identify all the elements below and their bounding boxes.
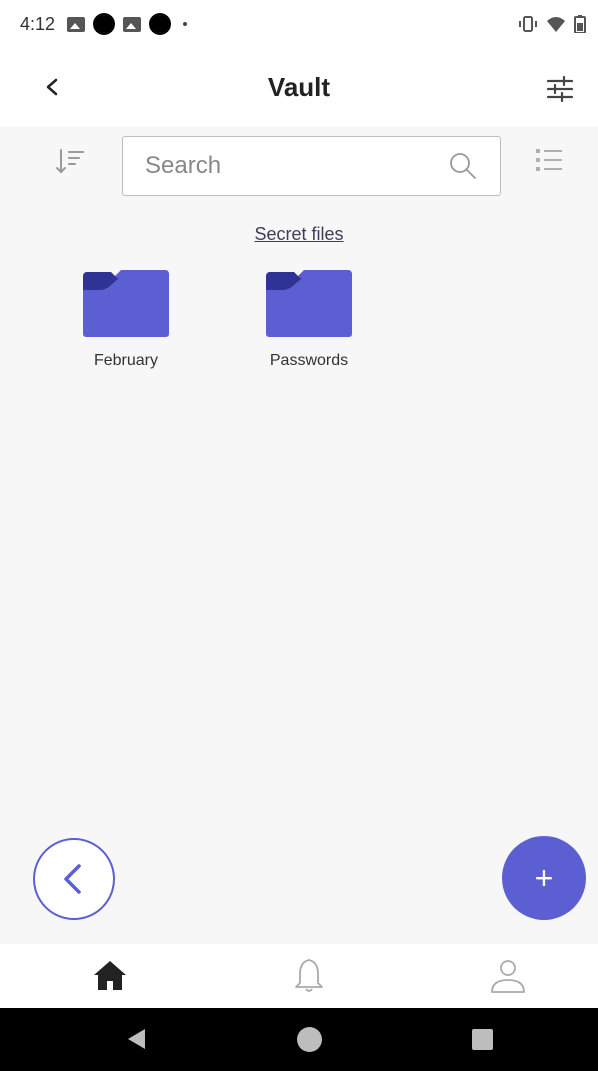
- add-button[interactable]: +: [502, 836, 586, 920]
- status-icons-right: [518, 15, 586, 33]
- folder-item-passwords[interactable]: Passwords: [249, 268, 369, 370]
- small-dot-icon: [183, 22, 188, 26]
- folder-name: Passwords: [269, 352, 349, 369]
- app-bar: Vault: [0, 48, 598, 126]
- battery-icon: [574, 15, 586, 33]
- section-title-link[interactable]: Secret files: [0, 224, 598, 245]
- bottom-nav: [0, 944, 598, 1008]
- filter-button[interactable]: [544, 74, 576, 104]
- list-view-button[interactable]: [534, 146, 564, 174]
- system-home-icon[interactable]: [297, 1027, 322, 1052]
- system-back-icon[interactable]: [128, 1029, 145, 1049]
- system-nav-bar: [0, 1008, 598, 1071]
- notification-dot-icon: [149, 13, 172, 35]
- status-bar: 4:12: [0, 0, 598, 48]
- folder-icon: [83, 270, 169, 337]
- chevron-left-icon: [64, 864, 81, 894]
- search-icon[interactable]: [448, 151, 478, 181]
- nav-user-icon[interactable]: [486, 954, 530, 998]
- plus-icon: +: [534, 859, 554, 896]
- floating-back-button[interactable]: [33, 838, 115, 920]
- folder-name: February: [93, 352, 159, 369]
- folder-icon: [266, 270, 352, 337]
- vibrate-icon: [519, 16, 537, 32]
- toolbar: [0, 126, 598, 216]
- photo-icon: [123, 16, 142, 32]
- search-input[interactable]: [145, 151, 425, 181]
- search-box: [122, 136, 501, 196]
- system-recents-icon[interactable]: [472, 1029, 493, 1050]
- status-icons-left: [67, 13, 188, 35]
- page-title: Vault: [267, 72, 331, 102]
- wifi-icon: [547, 17, 565, 32]
- folder-item-february[interactable]: February: [66, 268, 186, 370]
- nav-bell-icon[interactable]: [287, 954, 331, 998]
- nav-home-icon[interactable]: [88, 954, 132, 998]
- sort-button[interactable]: [55, 146, 87, 178]
- image-icon: [67, 16, 86, 32]
- status-time: 4:12: [20, 13, 56, 34]
- notification-dot-icon: [93, 13, 116, 35]
